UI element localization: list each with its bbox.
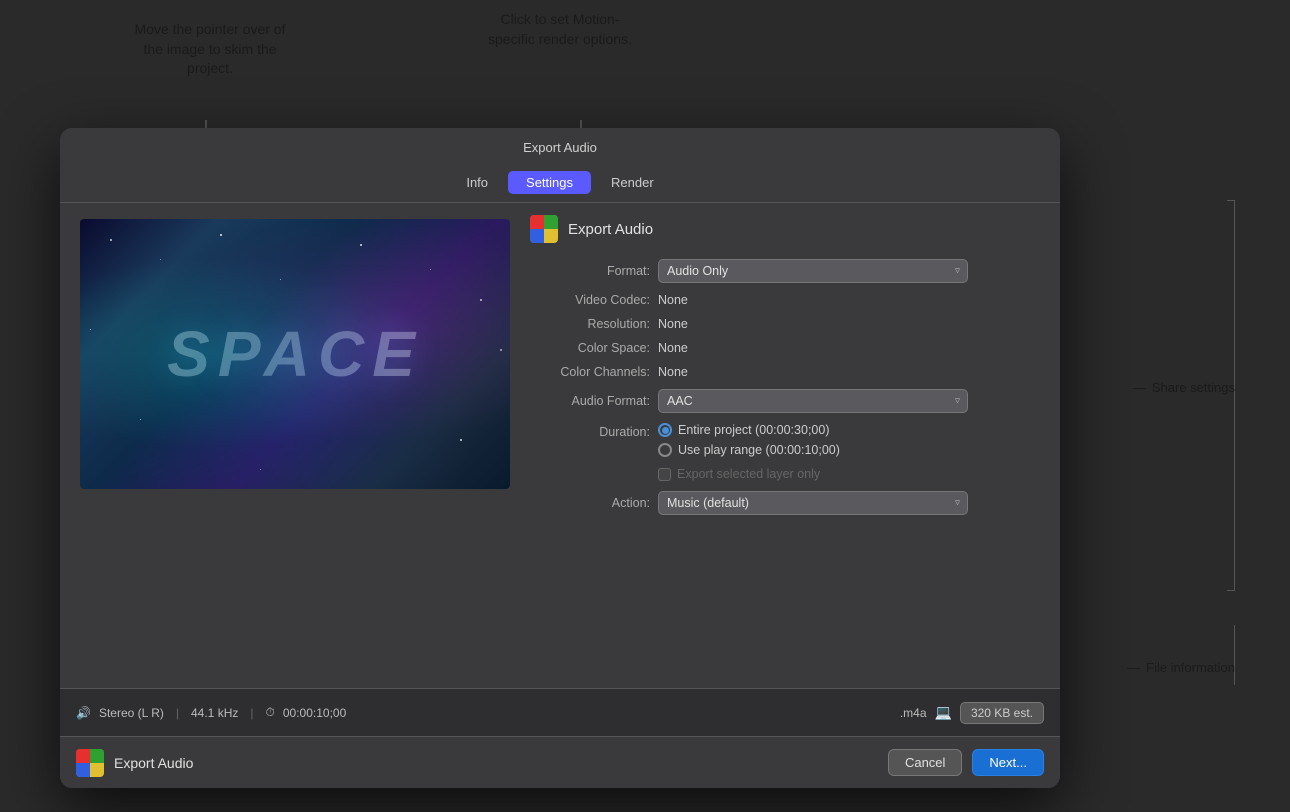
status-right: .m4a 💻 320 KB est. (900, 702, 1044, 724)
duration-entire-project[interactable]: Entire project (00:00:30;00) (658, 423, 840, 437)
format-select-wrapper: Audio Only ▿ (658, 259, 968, 283)
star (90, 329, 91, 330)
cancel-button[interactable]: Cancel (888, 749, 962, 776)
resolution-value: None (658, 317, 688, 331)
space-text: SPACE (167, 317, 423, 391)
export-icon (530, 215, 558, 243)
star (500, 349, 502, 351)
sample-rate: 44.1 kHz (191, 706, 238, 720)
audio-info: Stereo (L R) (99, 706, 164, 720)
color-channels-label: Color Channels: (530, 365, 650, 379)
bottom-export-icon (76, 749, 104, 777)
content-area: SPACE Export Audio Format: (60, 203, 1060, 688)
bottom-icon-q1 (76, 749, 90, 763)
share-settings-tick-bottom (1227, 590, 1235, 591)
status-duration: 00:00:10;00 (283, 706, 346, 720)
format-select[interactable]: Audio Only (658, 259, 968, 283)
video-codec-row: Video Codec: None (530, 293, 1040, 307)
star (430, 269, 431, 270)
duration-icon: ⏱ (265, 705, 274, 720)
color-space-value: None (658, 341, 688, 355)
status-bar: 🔊 Stereo (L R) | 44.1 kHz | ⏱ 00:00:10;0… (60, 688, 1060, 736)
star (220, 234, 222, 236)
share-settings-label: — Share settings (1133, 380, 1235, 395)
duration-radio-group: Entire project (00:00:30;00) Use play ra… (658, 423, 840, 457)
action-label: Action: (530, 496, 650, 510)
preview-pane: SPACE (60, 203, 520, 688)
callout-right: Click to set Motion-specific render opti… (480, 10, 640, 49)
bottom-icon-q2 (90, 749, 104, 763)
audio-format-row: Audio Format: AAC ▿ (530, 389, 1040, 413)
color-channels-row: Color Channels: None (530, 365, 1040, 379)
star (260, 469, 261, 470)
star (480, 299, 482, 301)
export-header: Export Audio (530, 215, 1040, 243)
action-select-wrapper: Music (default) ▿ (658, 491, 968, 515)
callout-left: Move the pointer over of the image to sk… (130, 20, 290, 79)
action-row: Action: Music (default) ▿ (530, 491, 1040, 515)
format-label: Format: (530, 264, 650, 278)
color-space-row: Color Space: None (530, 341, 1040, 355)
file-ext: .m4a (900, 706, 927, 720)
file-info-label: — File information (1127, 660, 1235, 675)
bottom-right: Cancel Next... (888, 749, 1044, 776)
tab-settings[interactable]: Settings (508, 171, 591, 194)
export-layer-checkbox-row[interactable]: Export selected layer only (658, 467, 820, 481)
duration-row: Duration: Entire project (00:00:30;00) U… (530, 423, 1040, 457)
audio-format-label: Audio Format: (530, 394, 650, 408)
icon-q2 (544, 215, 558, 229)
star (460, 439, 462, 441)
bottom-icon-q3 (76, 763, 90, 777)
video-codec-label: Video Codec: (530, 293, 650, 307)
duration-label: Duration: (530, 425, 650, 439)
duration-play-range[interactable]: Use play range (00:00:10;00) (658, 443, 840, 457)
star (280, 279, 281, 280)
settings-pane: Export Audio Format: Audio Only ▿ Video … (520, 203, 1060, 688)
export-layer-row: Export selected layer only (530, 467, 1040, 481)
tab-render[interactable]: Render (593, 171, 672, 194)
status-sep2: | (250, 706, 253, 720)
export-header-title: Export Audio (568, 221, 653, 238)
bottom-icon-q4 (90, 763, 104, 777)
color-space-label: Color Space: (530, 341, 650, 355)
color-channels-value: None (658, 365, 688, 379)
audio-icon: 🔊 (76, 706, 91, 720)
status-left: 🔊 Stereo (L R) | 44.1 kHz | ⏱ 00:00:10;0… (76, 705, 346, 720)
export-layer-checkbox[interactable] (658, 468, 671, 481)
audio-format-select-wrapper: AAC ▿ (658, 389, 968, 413)
file-info-line (1233, 625, 1235, 685)
resolution-label: Resolution: (530, 317, 650, 331)
video-codec-value: None (658, 293, 688, 307)
file-size-button[interactable]: 320 KB est. (960, 702, 1044, 724)
icon-q1 (530, 215, 544, 229)
format-row: Format: Audio Only ▿ (530, 259, 1040, 283)
star (360, 244, 362, 246)
monitor-icon: 💻 (935, 704, 952, 721)
share-settings-tick-top (1227, 200, 1235, 201)
tab-bar: Info Settings Render (60, 163, 1060, 202)
next-button[interactable]: Next... (972, 749, 1044, 776)
entire-project-radio[interactable] (658, 423, 672, 437)
bottom-left: Export Audio (76, 749, 193, 777)
bottom-bar: Export Audio Cancel Next... (60, 736, 1060, 788)
share-settings-line (1233, 200, 1235, 590)
icon-q3 (530, 229, 544, 243)
star (160, 259, 161, 260)
audio-format-select[interactable]: AAC (658, 389, 968, 413)
bottom-title: Export Audio (114, 755, 193, 771)
play-range-radio[interactable] (658, 443, 672, 457)
title-bar: Export Audio Info Settings Render (60, 128, 1060, 203)
action-select[interactable]: Music (default) (658, 491, 968, 515)
outer-wrapper: Move the pointer over of the image to sk… (0, 0, 1290, 812)
resolution-row: Resolution: None (530, 317, 1040, 331)
export-dialog: Export Audio Info Settings Render (60, 128, 1060, 788)
tab-info[interactable]: Info (448, 171, 506, 194)
star (140, 419, 141, 420)
star (110, 239, 112, 241)
status-sep1: | (176, 706, 179, 720)
dialog-title: Export Audio (60, 140, 1060, 163)
icon-q4 (544, 229, 558, 243)
preview-image[interactable]: SPACE (80, 219, 510, 489)
